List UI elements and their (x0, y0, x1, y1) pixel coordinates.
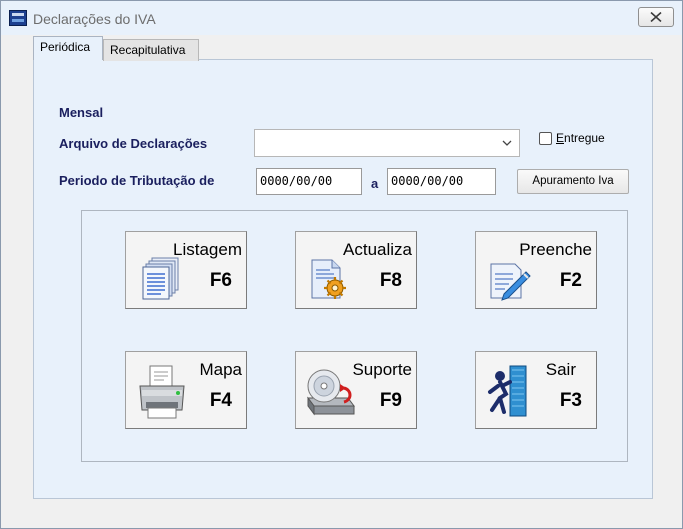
iva-window: Declarações do IVA Recapitulativa Periód… (0, 0, 683, 529)
disk-drive-icon (307, 369, 355, 416)
periodo-label: Periodo de Tributação de (59, 173, 215, 188)
entregue-checkbox[interactable] (539, 132, 552, 145)
mapa-button[interactable]: Mapa F4 (125, 351, 247, 429)
suporte-key: F9 (379, 390, 402, 411)
printer-icon (139, 365, 185, 419)
date-to-input[interactable]: 0000/00/00 (387, 168, 496, 195)
entregue-mnemonic: E (556, 131, 565, 145)
arquivo-label: Arquivo de Declarações (59, 136, 208, 151)
actualiza-caption: Actualiza (343, 240, 412, 259)
chevron-down-icon (502, 140, 512, 146)
sair-caption: Sair (545, 360, 576, 379)
window-title: Declarações do IVA (33, 11, 156, 27)
tab-recapitulativa[interactable]: Recapitulativa (103, 39, 199, 61)
preenche-caption: Preenche (519, 240, 592, 259)
suporte-caption: Suporte (352, 360, 412, 379)
date-from-input[interactable]: 0000/00/00 (256, 168, 362, 195)
date-separator: a (371, 176, 379, 191)
entregue-label[interactable]: Entregue (556, 131, 605, 145)
sair-button[interactable]: Sair F3 (475, 351, 597, 429)
suporte-button[interactable]: Suporte F9 (295, 351, 417, 429)
exit-door-icon (488, 365, 527, 417)
actualiza-key: F8 (379, 270, 402, 291)
entregue-text: ntregue (564, 131, 605, 145)
document-gear-icon (311, 259, 346, 299)
close-icon (650, 12, 662, 22)
document-list-icon (142, 257, 179, 300)
actualiza-button[interactable]: Actualiza F8 (295, 231, 417, 309)
apuramento-iva-button[interactable]: Apuramento Iva (517, 169, 629, 194)
mapa-key: F4 (209, 390, 232, 411)
mapa-caption: Mapa (199, 360, 242, 379)
title-bar[interactable]: Declarações do IVA (1, 1, 682, 35)
edit-document-icon (490, 263, 531, 301)
listagem-key: F6 (209, 270, 232, 291)
sair-key: F3 (559, 390, 582, 411)
arquivo-combobox[interactable] (254, 129, 520, 157)
tab-periodica[interactable]: Periódica (33, 36, 103, 60)
mensal-label: Mensal (59, 105, 104, 120)
listagem-button[interactable]: Listagem F6 (125, 231, 247, 309)
app-icon (9, 10, 27, 26)
preenche-key: F2 (559, 270, 582, 291)
preenche-button[interactable]: Preenche F2 (475, 231, 597, 309)
close-button[interactable] (638, 7, 674, 27)
